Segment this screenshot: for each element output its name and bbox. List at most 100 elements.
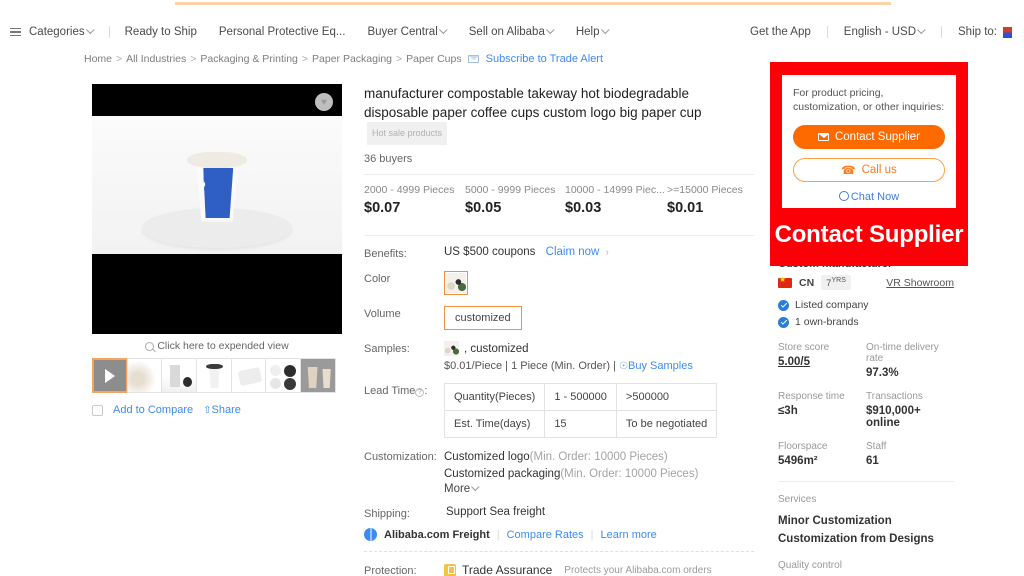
compare-rates-link[interactable]: Compare Rates — [507, 529, 584, 541]
share-button[interactable]: ⇧Share — [203, 404, 241, 416]
sample-price-line: $0.01/Piece | 1 Piece (Min. Order) | ☉Bu… — [444, 360, 693, 372]
price-tier[interactable]: >=15000 Pieces $0.01 — [667, 184, 743, 216]
volume-option-customized[interactable]: customized — [444, 306, 522, 330]
customization-item-note: (Min. Order: 10000 Pieces) — [529, 451, 668, 463]
product-hero-image[interactable]: ♥ — [92, 84, 342, 334]
nav-label: Ship to: — [958, 26, 997, 38]
subscribe-trade-alert-link[interactable]: Subscribe to Trade Alert — [486, 53, 603, 65]
chevron-down-icon — [85, 25, 95, 35]
thumbnail-video[interactable] — [92, 358, 128, 393]
contact-supplier-banner: Contact Supplier — [774, 221, 964, 248]
nav-item-ppe[interactable]: Personal Protective Eq... — [208, 26, 357, 38]
volume-row: Volume customized — [364, 306, 754, 330]
add-to-compare-label[interactable]: Add to Compare — [113, 404, 193, 416]
customization-label: Customization: — [364, 451, 437, 463]
trade-assurance-label[interactable]: Trade Assurance — [462, 563, 552, 576]
stat-value: 5496m² — [778, 455, 818, 468]
breadcrumb-item-home[interactable]: Home — [84, 53, 112, 65]
customization-more-button[interactable]: More — [444, 482, 698, 495]
price-tier-list: 2000 - 4999 Pieces $0.07 5000 - 9999 Pie… — [364, 175, 754, 226]
separator: | — [590, 528, 594, 541]
thumbnail-strip — [92, 358, 342, 393]
nav-item-language-currency[interactable]: English - USD — [832, 25, 937, 38]
stat-floorspace: Floorspace 5496m² — [778, 441, 866, 467]
call-us-label: Call us — [861, 164, 897, 176]
nav-item-sell-on-alibaba[interactable]: Sell on Alibaba — [458, 25, 565, 38]
stat-value[interactable]: 5.00/5 — [778, 356, 866, 368]
thumbnail-white-cup[interactable] — [196, 358, 232, 393]
nav-label: Personal Protective Eq... — [218, 26, 346, 38]
claim-now-link[interactable]: Claim now — [546, 246, 600, 258]
color-swatch-image — [446, 273, 466, 293]
cn-flag-icon — [778, 275, 792, 288]
lead-cell: To be negotiated — [615, 410, 718, 438]
price-tier[interactable]: 5000 - 9999 Pieces $0.05 — [465, 184, 565, 216]
supplier-meta: CN 7YRS VR Showroom — [778, 275, 954, 291]
breadcrumb-item-packaging-printing[interactable]: Packaging & Printing — [200, 53, 297, 65]
product-title-text: manufacturer compostable takeway hot bio… — [364, 86, 702, 120]
buy-samples-link[interactable]: Buy Samples — [628, 360, 693, 372]
price-tier-price: $0.07 — [364, 200, 401, 216]
nav-item-categories[interactable]: Categories — [6, 25, 105, 38]
samples-label: Samples: — [364, 343, 410, 355]
price-tier[interactable]: 2000 - 4999 Pieces $0.07 — [364, 184, 465, 216]
thumbnail-jars[interactable] — [126, 358, 163, 393]
nav-label: Ready to Ship — [124, 26, 197, 38]
stat-value: 61 — [866, 455, 879, 468]
table-row: Est. Time(days) 15 To be negotiated — [443, 410, 718, 438]
supplier-years-badge: 7YRS — [821, 275, 851, 291]
services-key: Services — [778, 494, 817, 506]
chat-now-button[interactable]: Chat Now — [793, 191, 945, 203]
breadcrumb-item-paper-cups[interactable]: Paper Cups — [406, 53, 461, 65]
color-swatch-option[interactable] — [444, 271, 468, 295]
chevron-down-icon — [471, 482, 480, 492]
protection-row: Protection: Trade Assurance Protects you… — [364, 563, 754, 576]
lead-time-table: Quantity(Pieces) 1 - 500000 >500000 Est.… — [443, 383, 718, 438]
stat-on-time-delivery-rate: On-time delivery rate 97.3% — [866, 342, 954, 379]
expand-view-button[interactable]: Click here to expended view — [92, 334, 342, 352]
color-row: Color — [364, 271, 754, 295]
thumbnail-lids[interactable] — [265, 358, 302, 393]
nav-item-ship-to[interactable]: Ship to: — [946, 26, 1024, 38]
lead-time-colon: : — [424, 385, 428, 397]
supplier-country: CN — [799, 276, 815, 289]
divider — [778, 481, 954, 483]
nav-item-buyer-central[interactable]: Buyer Central — [356, 25, 457, 38]
breadcrumb-separator: > — [190, 53, 197, 65]
sample-price-text: $0.01/Piece | 1 Piece (Min. Order) | — [444, 360, 617, 372]
call-us-button[interactable]: ☎ Call us — [793, 158, 945, 182]
heart-icon[interactable]: ♥ — [315, 93, 333, 111]
alibaba-product-page: Categories Ready to Ship Personal Protec… — [0, 0, 1024, 576]
stat-response-time: Response time ≤3h — [778, 391, 866, 429]
nav-item-ready-to-ship[interactable]: Ready to Ship — [114, 26, 208, 38]
chevron-right-icon: › — [605, 247, 609, 258]
globe-icon: ☉ — [619, 361, 629, 372]
nav-item-get-the-app[interactable]: Get the App — [738, 26, 823, 38]
chevron-down-icon — [600, 25, 610, 35]
learn-more-link[interactable]: Learn more — [601, 529, 657, 541]
add-to-compare-checkbox[interactable] — [92, 404, 103, 416]
table-row: Quantity(Pieces) 1 - 500000 >500000 — [443, 383, 718, 411]
benefits-row: Benefits: US $500 coupons Claim now › — [364, 246, 754, 260]
shipping-value: Support Sea freight — [444, 506, 545, 520]
supplier-badge-listed-company: Listed company — [778, 299, 954, 311]
stat-key: Floorspace — [778, 441, 828, 453]
chevron-down-icon — [545, 25, 555, 35]
contact-supplier-button[interactable]: Contact Supplier — [793, 125, 945, 149]
price-tier[interactable]: 10000 - 14999 Piec... $0.03 — [565, 184, 667, 216]
play-icon — [104, 368, 115, 383]
nav-item-help[interactable]: Help — [565, 25, 620, 38]
volume-value: customized — [444, 306, 522, 330]
thumbnail-kraft-cups[interactable] — [300, 358, 336, 393]
breadcrumb-item-all-industries[interactable]: All Industries — [126, 53, 186, 65]
thumbnail-sleeve[interactable] — [230, 358, 267, 393]
topnav-right-group: Get the App English - USD Ship to: — [738, 25, 1024, 38]
breadcrumb-item-paper-packaging[interactable]: Paper Packaging — [312, 53, 392, 65]
verified-icon — [778, 316, 789, 328]
vr-showroom-link[interactable]: VR Showroom — [886, 277, 954, 289]
supplier-badge-own-brands: 1 own-brands — [778, 316, 954, 328]
protection-value: Trade Assurance Protects your Alibaba.co… — [444, 563, 712, 576]
thumbnail-tumbler[interactable] — [161, 358, 198, 393]
customization-item-note: (Min. Order: 10000 Pieces) — [560, 468, 699, 480]
nav-label: Buyer Central — [367, 26, 438, 38]
